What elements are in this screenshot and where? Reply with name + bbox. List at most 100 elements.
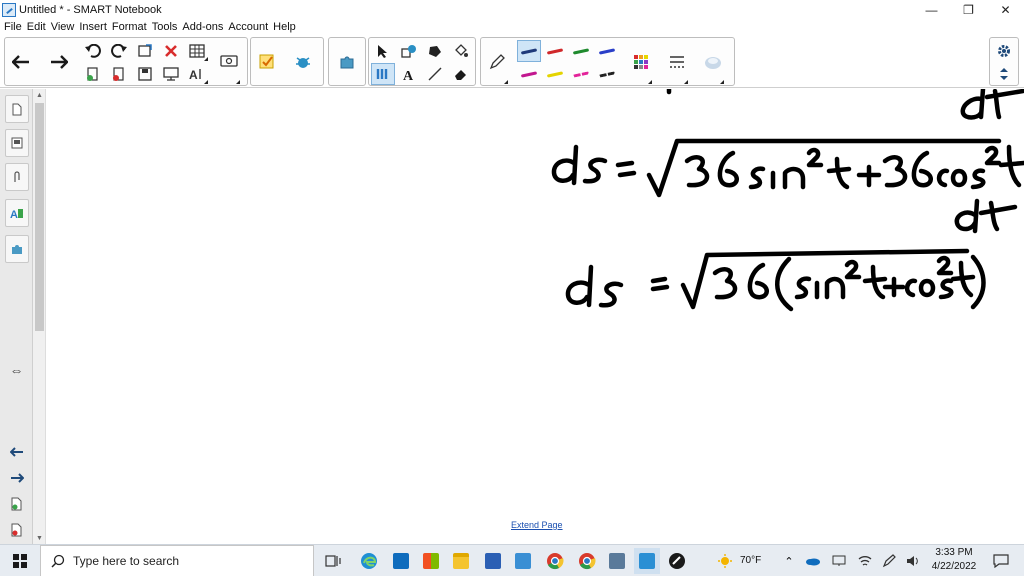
shapes-icon[interactable] — [397, 40, 421, 62]
word-icon[interactable] — [480, 548, 506, 574]
windows-logo-icon — [13, 553, 27, 568]
pens-tool-icon[interactable] — [371, 63, 395, 85]
document-camera-icon[interactable] — [217, 39, 241, 85]
menu-view[interactable]: View — [50, 21, 79, 33]
select-arrow-icon[interactable] — [371, 40, 395, 62]
menu-help[interactable]: Help — [272, 21, 300, 33]
window-controls: — ❐ ✕ — [913, 0, 1024, 20]
chrome-icon[interactable] — [542, 548, 568, 574]
ink-app-icon[interactable] — [664, 548, 690, 574]
color-palette-icon[interactable] — [629, 39, 653, 85]
notebook-canvas[interactable]: Extend Page — [47, 89, 1024, 544]
undo-icon[interactable] — [81, 40, 105, 62]
microsoft-store-icon[interactable] — [418, 548, 444, 574]
close-button[interactable]: ✕ — [987, 0, 1024, 20]
menu-file[interactable]: File — [3, 21, 26, 33]
activity-builder-icon[interactable] — [255, 39, 279, 85]
vertical-scrollbar[interactable]: ▲ ▼ — [33, 89, 46, 544]
delete-page-sidebar-icon[interactable] — [0, 523, 33, 537]
edge-browser-icon[interactable] — [356, 548, 382, 574]
regular-polygon-icon[interactable] — [423, 40, 447, 62]
gear-icon[interactable] — [992, 40, 1016, 62]
notebook-presenter-icon[interactable] — [604, 548, 630, 574]
table-icon[interactable] — [185, 40, 209, 62]
text-tool-icon[interactable]: A — [185, 63, 209, 85]
menu-format[interactable]: Format — [111, 21, 151, 33]
fill-effects-icon[interactable] — [701, 39, 725, 85]
onedrive-icon[interactable] — [800, 548, 826, 574]
handwriting-ink — [551, 89, 1024, 312]
menu-tools[interactable]: Tools — [151, 21, 182, 33]
ink-line-2 — [565, 248, 986, 312]
network-icon[interactable] — [852, 548, 878, 574]
fill-bucket-icon[interactable] — [449, 40, 473, 62]
attachments-tab[interactable] — [5, 163, 29, 191]
add-page-icon[interactable] — [0, 497, 33, 511]
smart-notebook-taskbar-icon[interactable] — [634, 548, 660, 574]
menu-insert[interactable]: Insert — [78, 21, 111, 33]
move-sidebar-icon[interactable]: ⇔ — [0, 362, 33, 378]
pen-color-red[interactable] — [543, 40, 567, 62]
redo-icon[interactable] — [107, 40, 131, 62]
pen-properties-icon[interactable] — [485, 39, 509, 85]
window-title: Untitled * - SMART Notebook — [19, 4, 162, 16]
start-button[interactable] — [0, 545, 40, 576]
forward-arrow-icon[interactable] — [47, 39, 71, 85]
monitor-tray-icon[interactable] — [826, 548, 852, 574]
pen-color-purple[interactable] — [517, 63, 541, 85]
delete-page-icon[interactable] — [107, 63, 131, 85]
previous-page-icon[interactable] — [0, 447, 33, 457]
scroll-down-arrow-icon[interactable]: ▼ — [33, 532, 46, 544]
toolbar-group-edit: A — [4, 37, 248, 86]
minimize-button[interactable]: — — [913, 0, 950, 20]
eraser-icon[interactable] — [449, 63, 473, 85]
properties-tab[interactable]: A — [5, 199, 29, 227]
system-clock[interactable]: 3:33 PM 4/22/2022 — [922, 546, 986, 574]
menu-account[interactable]: Account — [227, 21, 272, 33]
gallery-tab[interactable] — [5, 129, 29, 157]
pen-color-yellow[interactable] — [543, 63, 567, 85]
weather-icon[interactable] — [712, 548, 738, 574]
pen-color-navy[interactable] — [517, 40, 541, 62]
toolbar-group-activities — [250, 37, 324, 86]
pen-color-green[interactable] — [569, 40, 593, 62]
new-page-icon[interactable] — [81, 63, 105, 85]
tray-chevron-up-icon[interactable]: ⌃ — [776, 548, 802, 574]
side-tabs-panel: A ⇔ — [0, 89, 33, 544]
toolbar-move-icon[interactable] — [992, 63, 1016, 85]
open-folder-icon[interactable] — [133, 40, 157, 62]
mail-icon[interactable] — [510, 548, 536, 574]
menu-edit[interactable]: Edit — [26, 21, 50, 33]
search-input[interactable] — [73, 553, 293, 568]
line-tool-icon[interactable] — [423, 63, 447, 85]
save-icon[interactable] — [133, 63, 157, 85]
chrome-profile-icon[interactable] — [574, 548, 600, 574]
file-explorer-icon[interactable] — [448, 548, 474, 574]
pen-color-black-dashed[interactable] — [595, 63, 619, 85]
next-page-icon[interactable] — [0, 473, 33, 483]
text-a-icon[interactable]: A — [397, 63, 421, 85]
addons-tab[interactable] — [5, 235, 29, 263]
delete-icon[interactable] — [159, 40, 183, 62]
page-sorter-tab[interactable] — [5, 95, 29, 123]
scroll-up-arrow-icon[interactable]: ▲ — [33, 89, 46, 101]
outlook-icon[interactable] — [388, 548, 414, 574]
pen-color-pink-dashed[interactable] — [569, 63, 593, 85]
screen-shade-icon[interactable] — [159, 63, 183, 85]
back-arrow-icon[interactable] — [9, 39, 33, 85]
restore-button[interactable]: ❐ — [950, 0, 987, 20]
addons-bug-icon[interactable] — [291, 39, 315, 85]
scroll-thumb[interactable] — [35, 103, 44, 331]
notifications-icon[interactable] — [988, 548, 1014, 574]
pen-color-blue[interactable] — [595, 40, 619, 62]
menu-add-ons[interactable]: Add-ons — [181, 21, 227, 33]
clock-time: 3:33 PM — [935, 547, 973, 558]
puzzle-piece-icon[interactable] — [335, 39, 359, 85]
task-view-icon[interactable] — [320, 548, 346, 574]
extend-page-link[interactable]: Extend Page — [511, 520, 563, 530]
pen-tray-icon[interactable] — [876, 548, 902, 574]
weather-temperature: 70°F — [740, 555, 762, 566]
taskbar-search[interactable] — [40, 544, 314, 576]
svg-text:A: A — [189, 68, 198, 81]
line-style-icon[interactable] — [665, 39, 689, 85]
